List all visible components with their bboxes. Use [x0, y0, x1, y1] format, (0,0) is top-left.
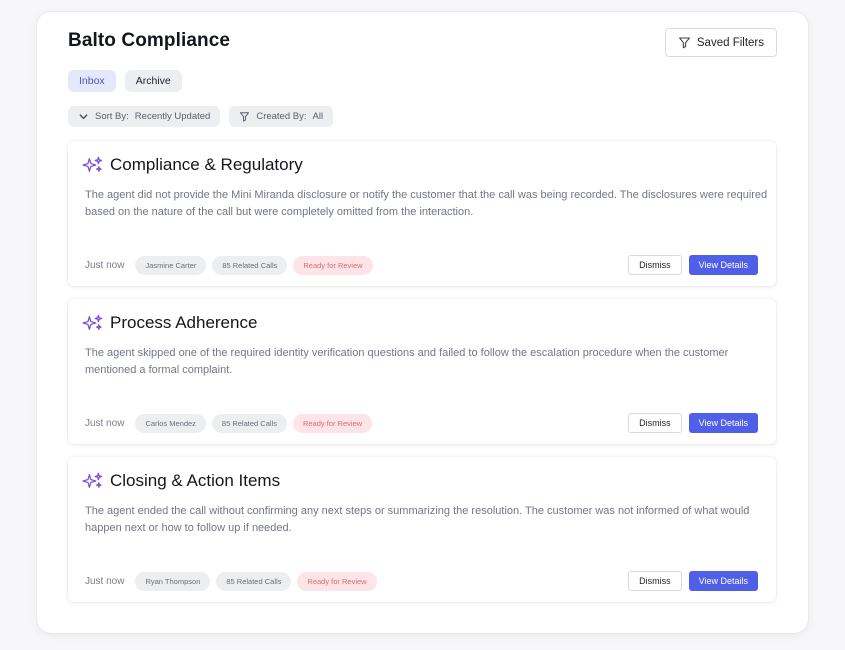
card-description: The agent skipped one of the required id… — [85, 347, 729, 376]
card-title: Closing & Action Items — [110, 471, 281, 490]
page-title: Balto Compliance — [68, 30, 231, 51]
status-badge: Ready for Review — [297, 571, 377, 591]
created-by-dropdown[interactable]: Created By: All — [229, 106, 334, 127]
created-by-label: Created By: — [256, 111, 307, 122]
card-footer: Just now Jasmine Carter 85 Related Calls… — [85, 254, 758, 276]
tab-archive[interactable]: Archive — [124, 70, 182, 92]
filter-icon — [678, 37, 690, 49]
card-header: Compliance & Regulatory — [82, 155, 303, 175]
insight-card: Process Adherence The agent skipped one … — [68, 299, 776, 444]
card-header: Process Adherence — [82, 313, 257, 333]
card-footer: Just now Ryan Thompson 85 Related Calls … — [85, 570, 758, 592]
card-timestamp: Just now — [85, 417, 125, 429]
view-details-button[interactable]: View Details — [688, 255, 758, 275]
card-title: Compliance & Regulatory — [110, 155, 303, 174]
inbox-tabs: Inbox Archive — [68, 70, 182, 92]
sort-by-label: Sort By: — [95, 111, 129, 122]
card-description: The agent did not provide the Mini Miran… — [85, 189, 768, 218]
card-title: Process Adherence — [110, 313, 258, 332]
card-timestamp: Just now — [85, 259, 125, 271]
related-calls-badge: 85 Related Calls — [211, 413, 287, 433]
status-badge: Ready for Review — [292, 413, 373, 433]
sparkle-icon — [82, 314, 103, 330]
created-by-value: All — [312, 111, 324, 122]
status-badge: Ready for Review — [293, 255, 373, 275]
tab-inbox[interactable]: Inbox — [68, 70, 116, 92]
dismiss-button[interactable]: Dismiss — [628, 255, 682, 275]
view-details-button[interactable]: View Details — [688, 571, 758, 591]
agent-badge: Ryan Thompson — [135, 571, 211, 591]
insight-card: Closing & Action Items The agent ended t… — [68, 457, 776, 602]
saved-filters-button[interactable]: Saved Filters — [664, 28, 777, 57]
related-calls-badge: 85 Related Calls — [216, 571, 292, 591]
card-description: The agent ended the call without confirm… — [85, 505, 750, 534]
filter-bar: Sort By: Recently Updated Created By: Al… — [68, 106, 334, 127]
dismiss-button[interactable]: Dismiss — [628, 413, 682, 433]
insight-card: Compliance & Regulatory The agent did no… — [68, 141, 776, 286]
agent-badge: Jasmine Carter — [135, 255, 207, 275]
card-footer: Just now Carlos Mendez 85 Related Calls … — [85, 412, 758, 434]
dismiss-button[interactable]: Dismiss — [628, 571, 682, 591]
view-details-button[interactable]: View Details — [688, 413, 758, 433]
sort-by-dropdown[interactable]: Sort By: Recently Updated — [68, 106, 221, 127]
filter-icon — [240, 112, 250, 122]
saved-filters-label: Saved Filters — [696, 36, 764, 49]
card-header: Closing & Action Items — [82, 471, 280, 491]
card-timestamp: Just now — [85, 575, 125, 587]
sort-by-value: Recently Updated — [134, 111, 211, 122]
related-calls-badge: 85 Related Calls — [212, 255, 288, 275]
agent-badge: Carlos Mendez — [135, 413, 206, 433]
chevron-down-icon — [79, 114, 88, 120]
sparkle-icon — [82, 156, 103, 172]
sparkle-icon — [82, 472, 103, 488]
compliance-panel: Balto Compliance Saved Filters Inbox Arc… — [37, 12, 808, 633]
